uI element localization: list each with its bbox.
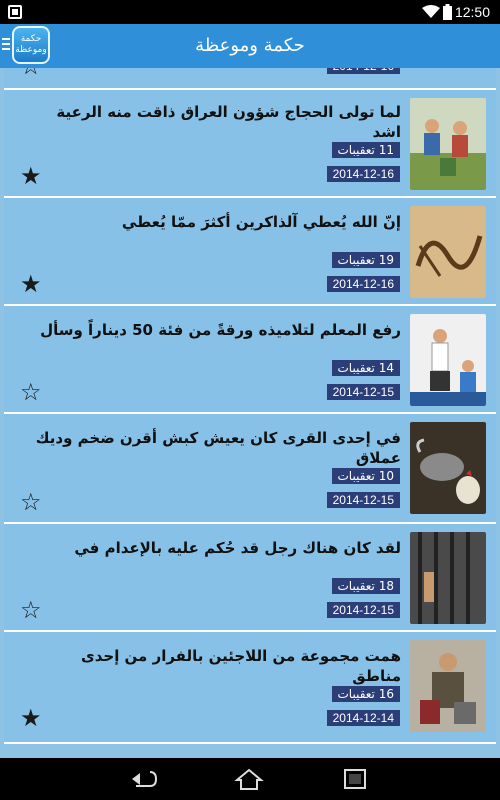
item-thumbnail <box>410 206 486 298</box>
item-date: 2014-12-15 <box>326 492 400 508</box>
list-item[interactable]: 2014-12-16 ☆ <box>4 68 496 90</box>
list-item[interactable]: إنّ الله يُعطي آلذاكرين أكثرَ ممّا يُعطي… <box>4 198 496 306</box>
status-bar: 12:50 <box>0 0 500 24</box>
star-empty-icon[interactable]: ☆ <box>20 68 42 78</box>
item-comments: 11 تعقيبات <box>331 142 400 158</box>
item-thumbnail <box>410 640 486 732</box>
list-item[interactable]: لما تولى الحجاج شؤون العراق ذاقت منه الر… <box>4 90 496 198</box>
item-date: 2014-12-16 <box>326 276 400 292</box>
battery-icon <box>443 4 452 20</box>
status-time: 12:50 <box>454 4 490 20</box>
item-comments: 10 تعقيبات <box>331 468 400 484</box>
item-date: 2014-12-15 <box>326 384 400 400</box>
item-text: لقد كان هناك رجل قد حُكم عليه بالإعدام ف… <box>74 539 401 557</box>
star-filled-icon[interactable]: ★ <box>20 164 42 188</box>
item-thumbnail <box>410 314 486 406</box>
item-comments: 18 تعقيبات <box>331 578 400 594</box>
item-text: إنّ الله يُعطي آلذاكرين أكثرَ ممّا يُعطي <box>121 213 401 231</box>
star-empty-icon[interactable]: ☆ <box>20 490 42 514</box>
item-comments: 19 تعقيبات <box>331 252 400 268</box>
item-comments: 16 تعقيبات <box>331 686 400 702</box>
star-filled-icon[interactable]: ★ <box>20 272 42 296</box>
star-empty-icon[interactable]: ☆ <box>20 598 42 622</box>
item-text: رفع المعلم لتلاميذه ورقةً من فئة 50 دينا… <box>40 321 401 339</box>
list-item[interactable]: لقد كان هناك رجل قد حُكم عليه بالإعدام ف… <box>4 524 496 632</box>
back-icon[interactable] <box>128 766 158 792</box>
recent-apps-icon[interactable] <box>340 766 370 792</box>
item-text: همت مجموعة من اللاجئين بالفرار من إحدى م… <box>80 647 401 685</box>
list-item[interactable]: رفع المعلم لتلاميذه ورقةً من فئة 50 دينا… <box>4 306 496 414</box>
wifi-icon <box>422 5 440 18</box>
item-date: 2014-12-14 <box>326 710 400 726</box>
app-bar: حكمة وموعظة حكمة وموعظة <box>0 24 500 68</box>
item-text: لما تولى الحجاج شؤون العراق ذاقت منه الر… <box>56 103 401 141</box>
item-thumbnail <box>410 422 486 514</box>
star-filled-icon[interactable]: ★ <box>20 706 42 730</box>
item-date: 2014-12-15 <box>326 602 400 618</box>
item-comments: 14 تعقيبات <box>331 360 400 376</box>
navigation-bar <box>0 758 500 800</box>
item-date: 2014-12-16 <box>326 68 400 74</box>
home-icon[interactable] <box>234 766 264 792</box>
item-text: في إحدى القرى كان يعيش كبش أقرن ضخم وديك… <box>35 429 401 467</box>
item-date: 2014-12-16 <box>326 166 400 182</box>
item-thumbnail <box>410 532 486 624</box>
list-item[interactable]: همت مجموعة من اللاجئين بالفرار من إحدى م… <box>4 632 496 744</box>
page-title: حكمة وموعظة <box>195 35 305 56</box>
list-item[interactable]: في إحدى القرى كان يعيش كبش أقرن ضخم وديك… <box>4 414 496 524</box>
star-empty-icon[interactable]: ☆ <box>20 380 42 404</box>
gallery-notification-icon <box>8 5 22 19</box>
item-thumbnail <box>410 98 486 190</box>
article-list[interactable]: 2014-12-16 ☆ لما تولى الحجاج شؤون العراق… <box>0 68 500 758</box>
